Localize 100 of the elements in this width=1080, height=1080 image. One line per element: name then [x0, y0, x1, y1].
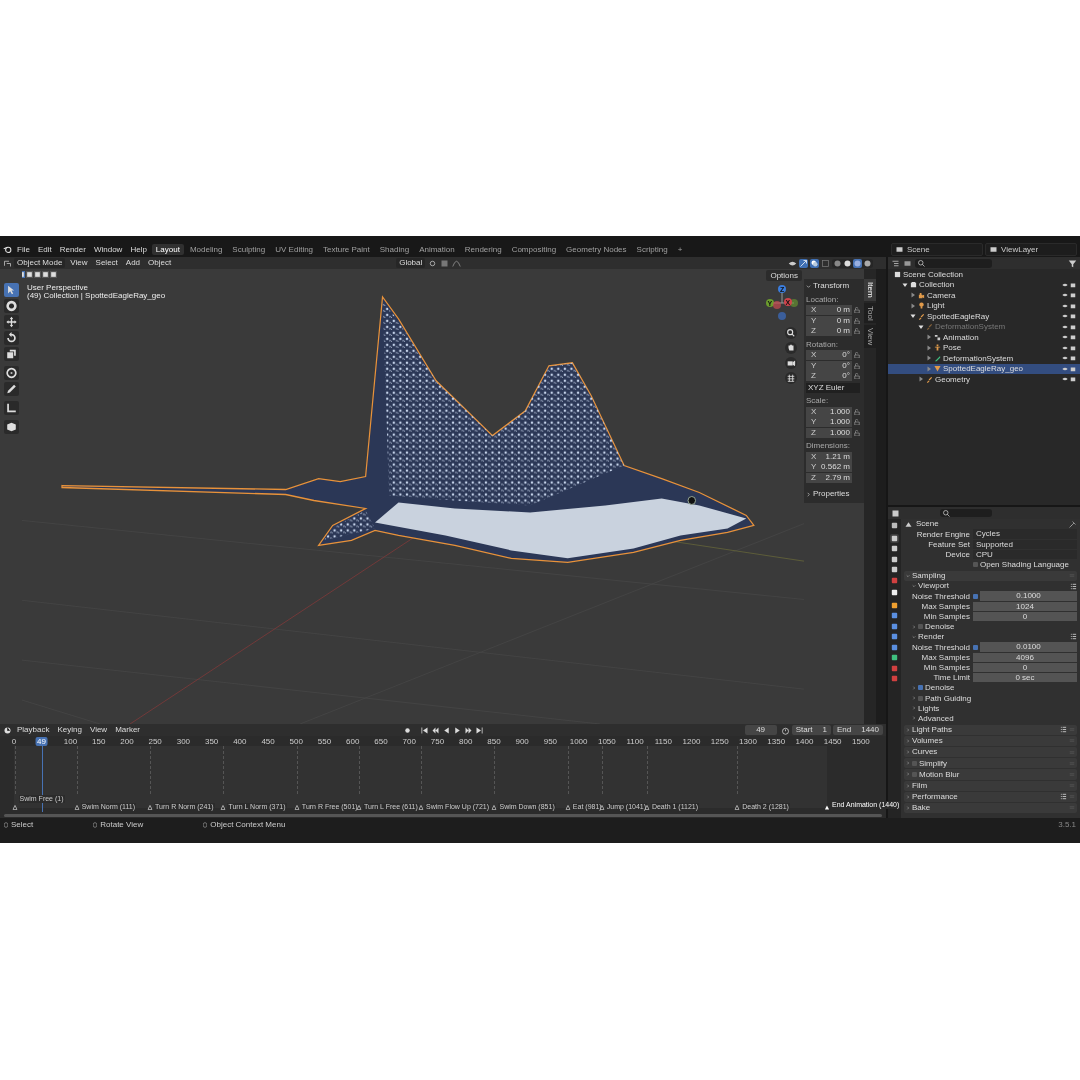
checkbox[interactable] [912, 771, 917, 777]
number-field[interactable]: Z 1.000 [806, 427, 852, 438]
panel-header[interactable]: Volumes [904, 735, 1077, 746]
record-icon[interactable] [403, 725, 413, 735]
lock-icon[interactable] [854, 328, 860, 334]
panel-header[interactable]: Film [904, 780, 1077, 791]
editor-type-icon[interactable] [3, 725, 12, 735]
options-dropdown[interactable]: Options [766, 270, 802, 282]
pin-icon[interactable] [1068, 519, 1077, 529]
scene-tab-icon[interactable] [890, 565, 899, 574]
number-field[interactable]: Z 0° [806, 371, 852, 381]
menu-item[interactable]: Marker [112, 724, 144, 736]
outliner-item[interactable]: Collection [888, 279, 1080, 290]
search-field[interactable] [915, 258, 992, 268]
view-layer-tab-icon[interactable] [890, 554, 899, 564]
end-frame-field[interactable]: End 1440 [833, 725, 883, 735]
material-tab-icon[interactable] [890, 663, 899, 673]
dropdown-field[interactable]: CPU [973, 549, 1077, 560]
start-frame-field[interactable]: Start 1 [791, 725, 831, 735]
number-field[interactable]: X 1.000 [806, 406, 852, 417]
checkbox[interactable] [918, 624, 923, 630]
shading-mode-button[interactable] [843, 258, 852, 268]
sidebar-tab[interactable]: View [864, 325, 876, 349]
panel-header[interactable]: Path Guiding [904, 693, 1077, 704]
mode-dropdown[interactable]: Object Mode [14, 258, 66, 268]
logo-icon[interactable] [3, 245, 12, 254]
editor-type-icon[interactable] [891, 508, 900, 518]
panel-header[interactable]: Lights [904, 703, 1077, 714]
panel-header[interactable]: Denoise [904, 682, 1077, 693]
workspace-tab[interactable]: UV Editing [271, 243, 318, 256]
menu-item[interactable]: Object [145, 257, 175, 269]
number-field[interactable]: Y 0.562 m [806, 462, 852, 472]
dropdown-field[interactable]: Supported [973, 539, 1077, 550]
number-field[interactable]: X 0 m [806, 305, 852, 315]
checkbox[interactable] [912, 760, 917, 766]
render-tab-icon[interactable] [890, 533, 899, 543]
measure-tool-icon[interactable] [3, 401, 19, 415]
scale-tool-icon[interactable] [3, 347, 19, 361]
editor-type-icon[interactable] [3, 258, 12, 268]
workspace-tab[interactable]: Compositing [507, 243, 561, 256]
cursor-tool-icon[interactable] [3, 299, 19, 313]
menu-item[interactable]: File [14, 243, 33, 256]
move-tool-icon[interactable] [3, 315, 19, 329]
particles-tab-icon[interactable] [890, 621, 899, 631]
panel-header[interactable]: Simplify [904, 758, 1077, 769]
outliner-item[interactable]: Camera [888, 290, 1080, 301]
scrollbar[interactable] [4, 814, 882, 817]
menu-item[interactable]: Keying [54, 724, 85, 736]
number-field[interactable]: Y 0° [806, 360, 852, 371]
orientation-dropdown[interactable]: Global [396, 258, 426, 268]
add-workspace-button[interactable]: + [673, 243, 687, 256]
rotation-mode-dropdown[interactable]: XYZ Euler [806, 382, 860, 393]
scene-field[interactable]: Scene [891, 242, 983, 257]
view-layer-field[interactable]: ViewLayer [985, 242, 1077, 257]
checkbox[interactable] [973, 593, 978, 599]
number-field[interactable]: Z 2.79 m [806, 472, 852, 483]
marker-icon[interactable] [565, 805, 571, 810]
sidebar-tab[interactable]: Tool [864, 302, 876, 324]
pivot-icon[interactable] [428, 258, 438, 268]
shading-mode-button[interactable] [863, 258, 872, 268]
presets-icon[interactable] [1060, 793, 1067, 801]
number-field[interactable]: 0.0100 [980, 642, 1077, 652]
number-field[interactable]: 0.1000 [980, 591, 1077, 601]
panel-header[interactable]: Advanced [904, 713, 1077, 724]
marker-icon[interactable] [220, 805, 226, 810]
filter-icon[interactable] [1068, 258, 1077, 268]
marker-icon[interactable] [599, 805, 605, 810]
menu-item[interactable]: Edit [34, 243, 55, 256]
marker-icon[interactable] [294, 805, 300, 810]
menu-item[interactable]: Help [127, 243, 150, 256]
panel-header[interactable]: Denoise [904, 621, 1077, 632]
snap-icon[interactable] [440, 258, 450, 268]
lock-icon[interactable] [854, 317, 860, 324]
menu-item[interactable]: Playback [14, 724, 53, 736]
search-field[interactable] [940, 509, 992, 517]
selection-mode-icon[interactable] [42, 271, 49, 278]
add-cube-tool-icon[interactable] [3, 420, 19, 434]
overlay-toggle-icon[interactable] [810, 258, 819, 268]
current-frame-field[interactable]: 49 [744, 725, 777, 735]
jump-start-icon[interactable] [420, 725, 430, 735]
panel-header[interactable]: Render [904, 631, 1077, 643]
chevron-icon[interactable] [806, 491, 811, 497]
marker-icon[interactable] [644, 805, 650, 810]
workspace-tab[interactable]: Animation [415, 243, 459, 256]
lock-icon[interactable] [854, 362, 860, 369]
lock-icon[interactable] [854, 419, 860, 425]
panel-header[interactable]: Performance [904, 791, 1077, 802]
xray-toggle-icon[interactable] [821, 258, 830, 268]
menu-item[interactable]: Render [56, 243, 89, 256]
number-field[interactable]: X 1.21 m [806, 451, 852, 462]
checkbox[interactable] [973, 562, 978, 568]
number-field[interactable]: 4096 [973, 652, 1077, 663]
presets-icon[interactable] [1060, 726, 1067, 734]
annotate-tool-icon[interactable] [3, 382, 19, 396]
gizmo-toggle-icon[interactable] [799, 258, 808, 268]
camera-icon[interactable] [785, 357, 797, 370]
marker-icon[interactable] [418, 805, 424, 810]
output-tab-icon[interactable] [890, 544, 899, 553]
menu-item[interactable]: Select [92, 257, 121, 269]
outliner-item[interactable]: Scene Collection [888, 269, 1080, 280]
